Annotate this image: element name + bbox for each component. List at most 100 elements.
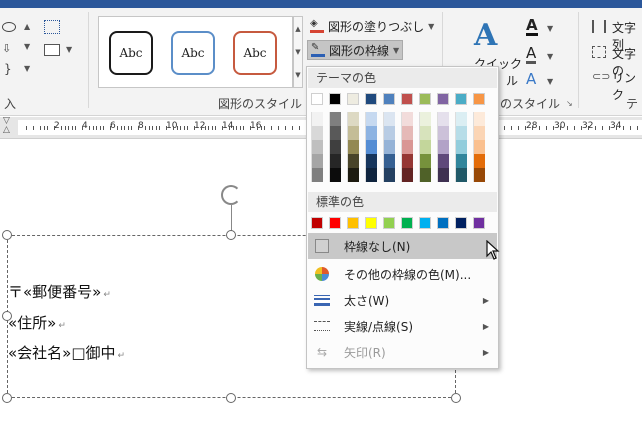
theme-color-swatch[interactable]	[365, 93, 377, 105]
theme-shade-swatch[interactable]	[365, 140, 377, 154]
standard-color-swatch[interactable]	[437, 217, 449, 229]
theme-shade-swatch[interactable]	[365, 154, 377, 168]
theme-shade-swatch[interactable]	[419, 154, 431, 168]
theme-color-swatch[interactable]	[473, 93, 485, 105]
theme-shade-swatch[interactable]	[473, 112, 485, 126]
theme-shade-swatch[interactable]	[473, 168, 485, 182]
theme-shade-swatch[interactable]	[473, 140, 485, 154]
theme-color-swatch[interactable]	[347, 93, 359, 105]
theme-color-swatch[interactable]	[455, 93, 467, 105]
theme-shade-swatch[interactable]	[383, 168, 395, 182]
theme-color-swatch[interactable]	[311, 93, 323, 105]
theme-shade-swatch[interactable]	[401, 154, 413, 168]
theme-shade-swatch[interactable]	[437, 112, 449, 126]
text-outline-button[interactable]: A	[526, 46, 537, 64]
theme-shade-swatch[interactable]	[329, 112, 341, 126]
theme-shade-swatch[interactable]	[437, 168, 449, 182]
align-text-icon[interactable]	[592, 46, 606, 58]
standard-color-swatch[interactable]	[455, 217, 467, 229]
quick-styles-icon[interactable]: A	[474, 18, 497, 53]
brace-shape-icon[interactable]: }	[4, 62, 12, 76]
standard-color-swatch[interactable]	[329, 217, 341, 229]
theme-shade-swatch[interactable]	[347, 126, 359, 140]
more-shapes-button[interactable]: ▼	[24, 64, 30, 73]
standard-color-swatch[interactable]	[365, 217, 377, 229]
resize-handle-bottom-left[interactable]	[2, 393, 12, 403]
more-icon[interactable]: ▼	[295, 71, 300, 79]
theme-shade-swatch[interactable]	[311, 140, 323, 154]
indent-marker-icon[interactable]: ▽ △	[3, 117, 10, 135]
text-box-caret[interactable]: ▼	[66, 45, 72, 54]
standard-color-swatch[interactable]	[311, 217, 323, 229]
edit-shape-icon[interactable]	[44, 20, 60, 34]
standard-color-swatch[interactable]	[401, 217, 413, 229]
theme-shade-swatch[interactable]	[383, 126, 395, 140]
text-fill-button[interactable]: A	[526, 18, 538, 36]
theme-shade-swatch[interactable]	[437, 154, 449, 168]
theme-color-swatch[interactable]	[437, 93, 449, 105]
theme-shade-swatch[interactable]	[437, 126, 449, 140]
theme-shade-swatch[interactable]	[329, 126, 341, 140]
theme-shade-swatch[interactable]	[347, 154, 359, 168]
standard-color-swatch[interactable]	[419, 217, 431, 229]
theme-shade-swatch[interactable]	[419, 168, 431, 182]
theme-shade-swatch[interactable]	[473, 154, 485, 168]
standard-color-swatch[interactable]	[383, 217, 395, 229]
theme-color-swatch[interactable]	[401, 93, 413, 105]
arrow-down-shape-icon[interactable]: ⇩	[2, 42, 11, 55]
shape-outline-button[interactable]: ✎ 図形の枠線 ▼	[307, 40, 404, 60]
shape-fill-button[interactable]: ◈ 図形の塗りつぶし ▼	[307, 16, 437, 36]
theme-shade-swatch[interactable]	[311, 112, 323, 126]
more-outline-colors-item[interactable]: その他の枠線の色(M)...	[308, 261, 497, 287]
quick-styles-label-2[interactable]: ル	[506, 72, 518, 89]
dashes-item[interactable]: 実線/点線(S) ▶	[308, 313, 497, 339]
theme-color-swatch[interactable]	[329, 93, 341, 105]
text-outline-caret[interactable]: ▼	[547, 52, 553, 61]
scroll-down-icon[interactable]: ▼	[295, 48, 300, 56]
theme-color-swatch[interactable]	[383, 93, 395, 105]
theme-shade-swatch[interactable]	[365, 126, 377, 140]
scroll-up-button[interactable]: ▲	[24, 22, 30, 31]
theme-shade-swatch[interactable]	[419, 140, 431, 154]
style-preset-black[interactable]: Abc	[109, 31, 153, 75]
theme-shade-swatch[interactable]	[419, 112, 431, 126]
resize-handle-top-left[interactable]	[2, 230, 12, 240]
theme-shade-swatch[interactable]	[329, 140, 341, 154]
theme-shade-swatch[interactable]	[311, 154, 323, 168]
theme-shade-swatch[interactable]	[401, 168, 413, 182]
theme-shade-swatch[interactable]	[329, 168, 341, 182]
style-preset-orange[interactable]: Abc	[233, 31, 277, 75]
shape-style-gallery[interactable]: Abc Abc Abc	[98, 16, 293, 88]
theme-shade-swatch[interactable]	[401, 126, 413, 140]
theme-color-swatch[interactable]	[419, 93, 431, 105]
theme-shade-swatch[interactable]	[455, 126, 467, 140]
theme-shade-swatch[interactable]	[455, 112, 467, 126]
no-outline-item[interactable]: 枠線なし(N)	[308, 233, 497, 259]
text-direction-icon[interactable]	[592, 20, 606, 33]
theme-shade-swatch[interactable]	[383, 112, 395, 126]
theme-shade-swatch[interactable]	[455, 154, 467, 168]
text-box-icon[interactable]	[44, 44, 60, 56]
text-effects-button[interactable]: A	[526, 72, 536, 87]
resize-handle-bottom[interactable]	[226, 393, 236, 403]
theme-shade-swatch[interactable]	[383, 154, 395, 168]
theme-shade-swatch[interactable]	[473, 126, 485, 140]
resize-handle-top[interactable]	[226, 230, 236, 240]
theme-shade-swatch[interactable]	[455, 168, 467, 182]
theme-shade-swatch[interactable]	[311, 168, 323, 182]
theme-shade-swatch[interactable]	[329, 154, 341, 168]
weight-item[interactable]: 太さ(W) ▶	[308, 287, 497, 313]
style-gallery-scroll[interactable]: ▲ ▼ ▼	[293, 16, 303, 88]
text-fill-caret[interactable]: ▼	[547, 24, 553, 33]
scroll-up-icon[interactable]: ▲	[295, 25, 300, 33]
theme-shade-swatch[interactable]	[347, 112, 359, 126]
theme-shade-swatch[interactable]	[347, 140, 359, 154]
theme-shade-swatch[interactable]	[311, 126, 323, 140]
scroll-down-button[interactable]: ▼	[24, 42, 30, 51]
arrows-item[interactable]: ⇆ 矢印(R) ▶	[308, 339, 497, 365]
rotate-handle-icon[interactable]	[221, 185, 241, 205]
theme-shade-swatch[interactable]	[419, 126, 431, 140]
theme-shade-swatch[interactable]	[347, 168, 359, 182]
link-icon[interactable]: ⊂⊃	[592, 70, 610, 83]
theme-shade-swatch[interactable]	[365, 168, 377, 182]
